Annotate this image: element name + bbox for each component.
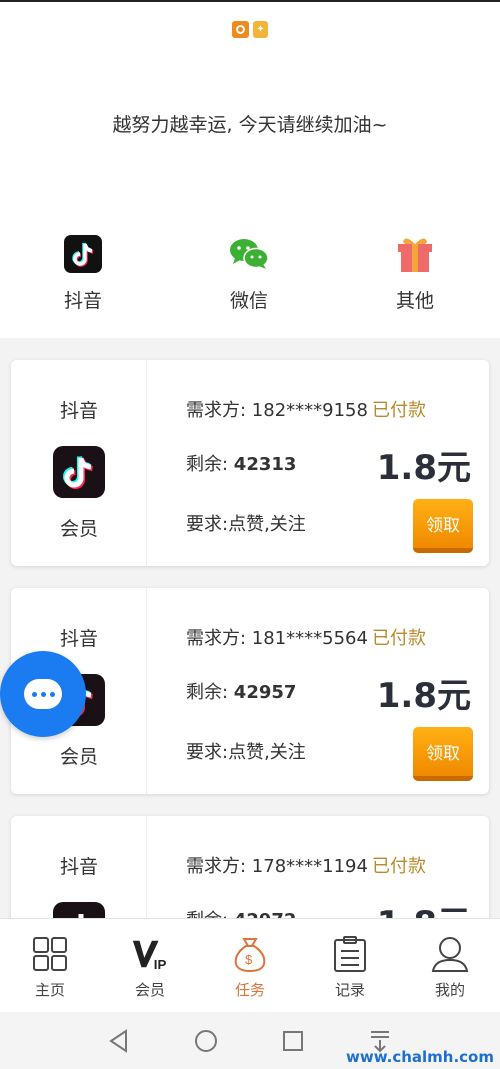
watermark-text: www.chalmh.com bbox=[346, 1048, 494, 1066]
category-row: 抖音 微信 其他 bbox=[0, 234, 500, 313]
buyer-label: 需求方: bbox=[186, 400, 252, 421]
tab-label: 任务 bbox=[234, 981, 265, 999]
recents-icon[interactable] bbox=[280, 1028, 306, 1054]
home-circle-icon[interactable] bbox=[193, 1028, 219, 1054]
task-price: 1.8元 bbox=[376, 676, 471, 716]
category-wechat[interactable]: 微信 bbox=[166, 234, 332, 313]
buyer-label: 需求方: bbox=[186, 628, 252, 649]
task-member-label: 会员 bbox=[59, 518, 98, 540]
remain-label: 剩余: bbox=[186, 454, 234, 475]
tab-label: 记录 bbox=[334, 981, 365, 999]
system-nav-bar: www.chalmh.com bbox=[0, 1012, 500, 1069]
category-label: 抖音 bbox=[63, 290, 102, 312]
task-requirement: 要求:点赞,关注 bbox=[186, 742, 306, 763]
chat-button[interactable] bbox=[0, 651, 86, 737]
tab-records[interactable]: 记录 bbox=[300, 919, 400, 1012]
task-requirement: 要求:点赞,关注 bbox=[186, 514, 306, 535]
task-buyer: 需求方: 178****1194 已付款 bbox=[186, 852, 426, 878]
task-remaining: 剩余: 42313 bbox=[186, 450, 296, 476]
tab-home[interactable]: 主页 bbox=[0, 919, 100, 1012]
vip-icon: IP bbox=[132, 940, 167, 972]
claim-button[interactable]: 领取 bbox=[413, 727, 473, 781]
task-buyer: 需求方: 181****5564 已付款 bbox=[186, 624, 426, 650]
category-tiktok[interactable]: 抖音 bbox=[0, 234, 166, 313]
gift-icon bbox=[398, 238, 432, 272]
paid-status: 已付款 bbox=[371, 628, 426, 649]
svg-text:IP: IP bbox=[154, 957, 167, 972]
user-icon bbox=[431, 937, 469, 972]
remain-count: 42313 bbox=[233, 454, 297, 475]
svg-text:$: $ bbox=[245, 952, 253, 967]
claim-button[interactable]: 领取 bbox=[413, 499, 473, 553]
tab-label: 我的 bbox=[434, 981, 465, 999]
tab-label: 主页 bbox=[34, 981, 65, 999]
buyer-phone: 181****5564 bbox=[251, 628, 368, 649]
task-platform: 抖音 bbox=[59, 856, 98, 878]
tab-label: 会员 bbox=[134, 981, 165, 999]
task-card: 抖音 会员 需求方: 182****9158 已付款 剩余: 42313 1.8元… bbox=[11, 360, 489, 566]
back-icon[interactable] bbox=[106, 1028, 132, 1054]
app-logos: ✦ bbox=[0, 21, 500, 38]
tiktok-icon bbox=[64, 235, 102, 273]
task-platform: 抖音 bbox=[59, 628, 98, 650]
grid-icon bbox=[33, 937, 67, 971]
category-label: 其他 bbox=[395, 290, 434, 312]
remain-count: 42957 bbox=[233, 682, 297, 703]
category-other[interactable]: 其他 bbox=[332, 234, 498, 313]
paid-status: 已付款 bbox=[371, 856, 426, 877]
app-badge-icon: ✦ bbox=[253, 21, 268, 38]
header-panel: ✦ 越努力越幸运, 今天请继续加油~ 抖音 微信 其他 bbox=[0, 0, 500, 338]
buyer-label: 需求方: bbox=[186, 856, 252, 877]
money-bag-icon: $ bbox=[234, 938, 266, 973]
tab-vip[interactable]: IP 会员 bbox=[100, 919, 200, 1012]
tab-profile[interactable]: 我的 bbox=[400, 919, 500, 1012]
category-label: 微信 bbox=[229, 290, 268, 312]
paid-status: 已付款 bbox=[371, 400, 426, 421]
tab-tasks[interactable]: $ 任务 bbox=[200, 919, 300, 1012]
buyer-phone: 178****1194 bbox=[251, 856, 368, 877]
task-remaining: 剩余: 42957 bbox=[186, 678, 296, 704]
task-platform: 抖音 bbox=[59, 400, 98, 422]
slogan-text: 越努力越幸运, 今天请继续加油~ bbox=[112, 114, 388, 136]
buyer-phone: 182****9158 bbox=[251, 400, 368, 421]
tiktok-icon bbox=[53, 446, 105, 498]
app-logo-icon bbox=[232, 21, 249, 38]
wechat-icon bbox=[230, 239, 269, 269]
clipboard-icon bbox=[334, 936, 366, 972]
task-buyer: 需求方: 182****9158 已付款 bbox=[186, 396, 426, 422]
bottom-tabbar: 主页 IP 会员 $ 任务 记录 我的 bbox=[0, 918, 500, 1012]
remain-label: 剩余: bbox=[186, 682, 234, 703]
task-price: 1.8元 bbox=[376, 448, 471, 488]
chat-icon bbox=[24, 679, 62, 709]
task-platform-panel: 抖音 会员 bbox=[11, 360, 147, 566]
task-member-label: 会员 bbox=[59, 746, 98, 768]
